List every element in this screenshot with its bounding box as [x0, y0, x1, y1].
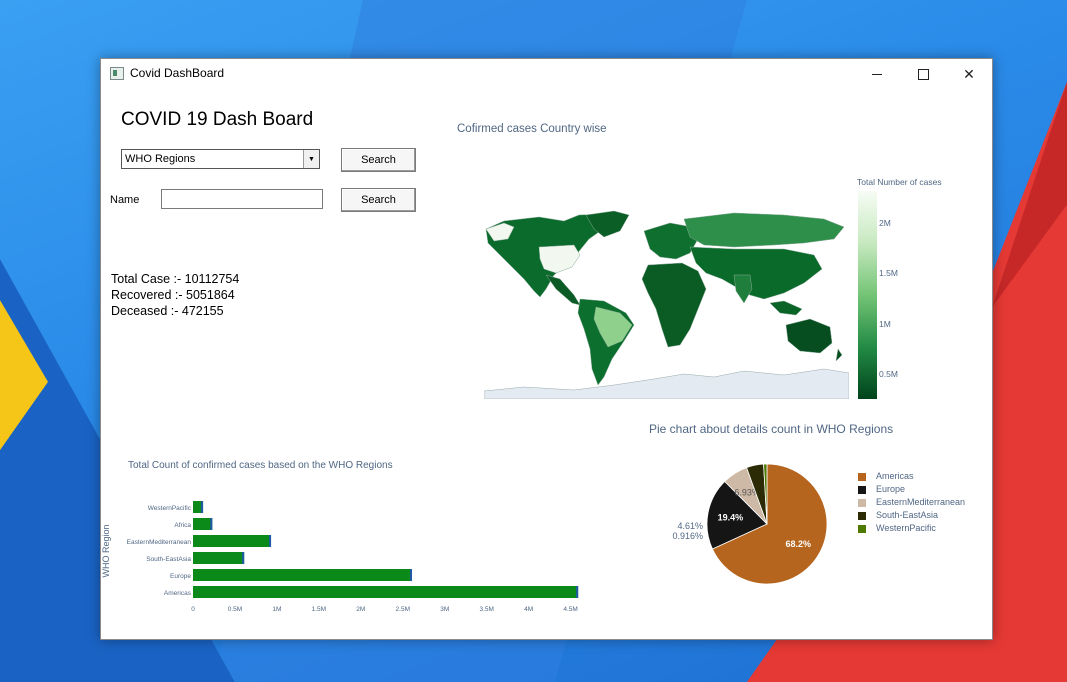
title-bar[interactable]: Covid DashBoard ✕	[101, 59, 992, 89]
bar-x-tick-label: 1M	[272, 606, 281, 613]
search-name-button[interactable]: Search	[341, 188, 416, 212]
deceased-text: Deceased :- 472155	[111, 304, 224, 318]
bar-y-axis-title: WHO Region	[101, 524, 111, 577]
bar-x-tick-label: 3M	[440, 606, 449, 613]
name-label: Name	[110, 194, 140, 206]
name-input[interactable]	[161, 189, 323, 209]
legend-swatch	[858, 486, 866, 494]
world-choropleth-map[interactable]	[484, 209, 849, 399]
colorbar-scale	[858, 191, 877, 399]
bar-south-eastasia	[193, 552, 245, 564]
bar-edge-americas	[576, 586, 579, 598]
bar-x-tick-label: 1.5M	[312, 606, 326, 613]
region-bar-chart[interactable]: WHO Region WesternPacific Africa EasternMed…	[101, 489, 601, 619]
bar-x-tick-label: 4M	[524, 606, 533, 613]
close-icon: ✕	[963, 65, 975, 82]
bar-edge-africa	[210, 518, 213, 530]
chevron-down-icon[interactable]: ▼	[303, 150, 319, 168]
maximize-button[interactable]	[900, 59, 946, 89]
legend-label: Europe	[876, 484, 906, 494]
bar-category-label: Americas	[164, 590, 192, 597]
bar-chart-title: Total Count of confirmed cases based on …	[128, 460, 393, 471]
stats-panel: Total Case :- 10112754 Recovered :- 5051…	[111, 271, 239, 319]
bar-edge-westernpacific	[201, 501, 204, 513]
minimize-icon	[872, 73, 882, 75]
dashboard-title: COVID 19 Dash Board	[121, 109, 314, 130]
bar-x-tick-label: 0.5M	[228, 606, 242, 613]
bar-x-tick-label: 3.5M	[479, 606, 493, 613]
legend-label: EasternMediterranean	[876, 497, 966, 507]
legend-swatch	[858, 473, 866, 481]
bar-category-label: Africa	[174, 522, 191, 529]
bar-x-tick-label: 4.5M	[563, 606, 577, 613]
legend-label: WesternPacific	[876, 523, 936, 533]
colorbar-tick-2m: 2M	[879, 218, 891, 228]
region-dropdown-value: WHO Regions	[125, 153, 196, 165]
legend-swatch	[858, 525, 866, 533]
bar-x-tick-label: 0	[191, 606, 195, 613]
pie-slice-label: 19.4%	[718, 512, 744, 522]
recovered-text: Recovered :- 5051864	[111, 288, 235, 302]
colorbar-title: Total Number of cases	[857, 177, 942, 187]
maximize-icon	[917, 68, 929, 80]
close-button[interactable]: ✕	[946, 59, 992, 89]
pie-chart-title: Pie chart about details count in WHO Reg…	[649, 422, 894, 436]
bar-edge-europe	[410, 569, 413, 581]
colorbar-tick-1m: 1M	[879, 319, 891, 329]
region-dropdown[interactable]: WHO Regions ▼	[121, 149, 320, 169]
bar-europe	[193, 569, 413, 581]
legend-swatch	[858, 512, 866, 520]
region-pie-chart[interactable]: 68.2%19.4%6.93%4.61%0.916%	[661, 454, 841, 604]
bar-easternmediterranean	[193, 535, 272, 547]
bar-category-label: EasternMediterranean	[127, 539, 192, 546]
window-title: Covid DashBoard	[130, 66, 225, 80]
bar-category-label: WesternPacific	[148, 505, 192, 512]
app-icon	[110, 67, 124, 80]
legend-label: Americas	[876, 471, 914, 481]
bar-category-label: Europe	[170, 573, 191, 580]
total-cases-text: Total Case :- 10112754	[111, 272, 240, 286]
bar-americas	[193, 586, 579, 598]
bar-edge-south-eastasia	[242, 552, 245, 564]
map-title: Cofirmed cases Country wise	[457, 123, 607, 135]
bar-edge-easternmediterranean	[269, 535, 272, 547]
colorbar-tick-0-5m: 0.5M	[879, 369, 898, 379]
bar-category-label: South-EastAsia	[146, 556, 191, 563]
legend-label: South-EastAsia	[876, 510, 939, 520]
bar-africa	[193, 518, 213, 530]
pie-slice-label: 0.916%	[672, 531, 703, 541]
pie-slice-label: 4.61%	[677, 521, 703, 531]
search-region-button[interactable]: Search	[341, 148, 416, 172]
app-window: Covid DashBoard ✕ COVID 19 Dash Board WH…	[100, 58, 993, 640]
legend-swatch	[858, 499, 866, 507]
bar-x-tick-label: 2M	[356, 606, 365, 613]
pie-slice-label: 68.2%	[786, 539, 812, 549]
bar-x-tick-label: 2.5M	[396, 606, 410, 613]
colorbar-tick-1-5m: 1.5M	[879, 268, 898, 278]
minimize-button[interactable]	[854, 59, 900, 89]
